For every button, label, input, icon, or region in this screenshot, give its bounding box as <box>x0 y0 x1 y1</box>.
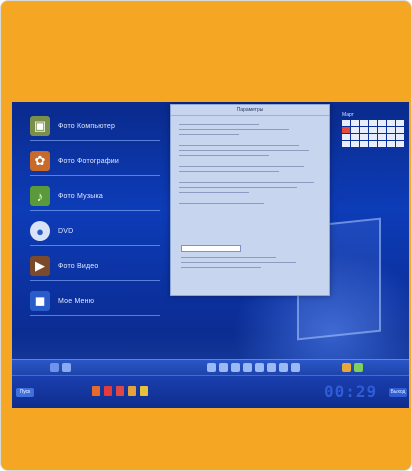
menu-item-label: DVD <box>58 227 74 235</box>
taskbar-app-icon[interactable] <box>140 386 148 396</box>
quick-launch-icon[interactable] <box>291 363 300 372</box>
menu-item-video[interactable]: ▶ Фото Видео <box>30 252 160 281</box>
quick-launch-icon[interactable] <box>231 363 240 372</box>
calendar-grid <box>342 120 404 147</box>
calendar-day[interactable] <box>387 127 395 133</box>
menu-item-dvd[interactable]: ● DVD <box>30 217 160 246</box>
quick-launch-icon[interactable] <box>50 363 59 372</box>
menu-item-photos[interactable]: ✿ Фото Фотографии <box>30 147 160 176</box>
dialog-title: Параметры <box>171 105 329 116</box>
calendar-day[interactable] <box>342 120 350 126</box>
calendar-day[interactable] <box>360 120 368 126</box>
dialog-text-input[interactable] <box>181 245 241 252</box>
calendar-day[interactable] <box>360 127 368 133</box>
calendar-day[interactable] <box>378 127 386 133</box>
taskbar: Пуск 00:29 Выход <box>12 375 409 408</box>
calendar-day[interactable] <box>387 120 395 126</box>
quick-launch-icon[interactable] <box>243 363 252 372</box>
calendar-day[interactable] <box>378 120 386 126</box>
calendar-day[interactable] <box>387 134 395 140</box>
calendar-day[interactable] <box>342 141 350 147</box>
menu-item-label: Фото Компьютер <box>58 122 116 130</box>
calendar-day[interactable] <box>369 141 377 147</box>
clock: 00:29 <box>324 382 378 401</box>
calendar-day[interactable] <box>396 141 404 147</box>
dvd-icon: ● <box>30 221 50 241</box>
photos-icon: ✿ <box>30 151 50 171</box>
calendar-day[interactable] <box>378 134 386 140</box>
quick-launch-icon[interactable] <box>219 363 228 372</box>
calendar-day[interactable] <box>369 134 377 140</box>
menu-item-computer[interactable]: ▣ Фото Компьютер <box>30 112 160 141</box>
strip-left-group <box>50 362 71 373</box>
calendar-day[interactable] <box>396 134 404 140</box>
quick-launch-icon[interactable] <box>267 363 276 372</box>
strip-right-group <box>342 362 363 373</box>
quick-launch-icon[interactable] <box>354 363 363 372</box>
calendar-day[interactable] <box>342 134 350 140</box>
menu-item-label: Фото Видео <box>58 262 99 270</box>
window-icon: ◼ <box>30 291 50 311</box>
menu-item-label: Мое Меню <box>58 297 95 305</box>
calendar-widget: Март <box>342 112 404 162</box>
calendar-day[interactable] <box>396 120 404 126</box>
calendar-day[interactable] <box>351 134 359 140</box>
calendar-title: Март <box>342 112 354 118</box>
calendar-day[interactable] <box>351 127 359 133</box>
calendar-day[interactable] <box>396 127 404 133</box>
music-icon: ♪ <box>30 186 50 206</box>
strip-middle-group <box>207 362 300 373</box>
calendar-day[interactable] <box>351 120 359 126</box>
calendar-day[interactable] <box>351 141 359 147</box>
main-menu: ▣ Фото Компьютер ✿ Фото Фотографии ♪ Фот… <box>30 112 160 322</box>
menu-item-music[interactable]: ♪ Фото Музыка <box>30 182 160 211</box>
quick-launch-icon[interactable] <box>279 363 288 372</box>
calendar-day[interactable] <box>342 127 350 133</box>
exit-button[interactable]: Выход <box>389 388 407 397</box>
menu-item-label: Фото Фотографии <box>58 157 120 165</box>
computer-icon: ▣ <box>30 116 50 136</box>
video-icon: ▶ <box>30 256 50 276</box>
desktop-screen: ▣ Фото Компьютер ✿ Фото Фотографии ♪ Фот… <box>12 102 409 408</box>
calendar-day[interactable] <box>360 141 368 147</box>
calendar-day[interactable] <box>369 120 377 126</box>
quick-launch-icon[interactable] <box>207 363 216 372</box>
quick-launch-icon[interactable] <box>342 363 351 372</box>
taskbar-app-icon[interactable] <box>128 386 136 396</box>
calendar-day[interactable] <box>387 141 395 147</box>
taskbar-app-icon[interactable] <box>104 386 112 396</box>
taskbar-app-icon[interactable] <box>92 386 100 396</box>
menu-item-label: Фото Музыка <box>58 192 103 200</box>
calendar-day[interactable] <box>360 134 368 140</box>
calendar-day[interactable] <box>369 127 377 133</box>
start-button[interactable]: Пуск <box>16 388 34 397</box>
task-icons <box>92 386 148 396</box>
settings-dialog: Параметры <box>170 104 330 296</box>
quick-launch-icon[interactable] <box>255 363 264 372</box>
taskbar-app-icon[interactable] <box>116 386 124 396</box>
quick-launch-strip <box>12 359 409 376</box>
menu-item-my-menu[interactable]: ◼ Мое Меню <box>30 287 160 316</box>
quick-launch-icon[interactable] <box>62 363 71 372</box>
calendar-day[interactable] <box>378 141 386 147</box>
